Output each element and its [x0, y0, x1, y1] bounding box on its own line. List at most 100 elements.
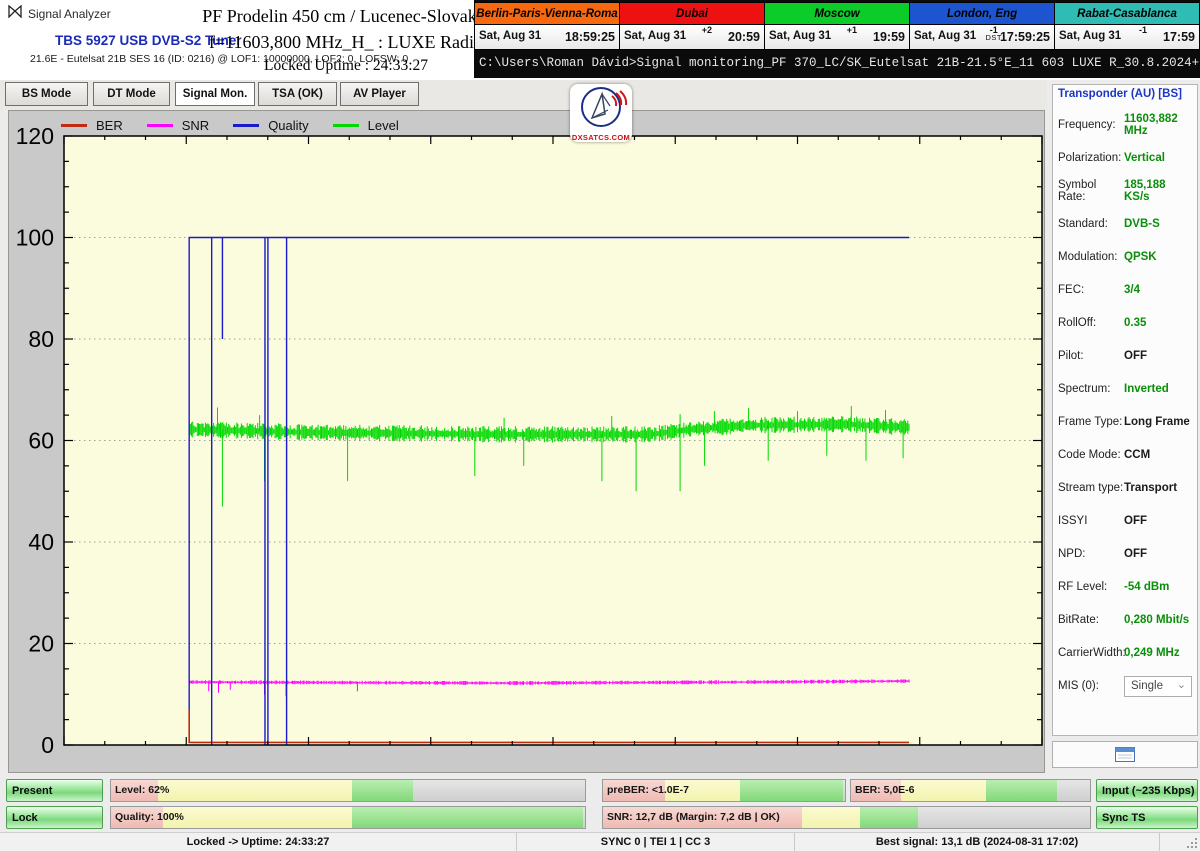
clock-time: 17:59:25 [1000, 30, 1050, 44]
field-label: Code Mode: [1058, 449, 1124, 461]
quality-progressbar: Quality: 100% [110, 806, 586, 829]
field-value: -54 dBm [1124, 581, 1169, 593]
bar-label: SNR: 12,7 dB (Margin: 7,2 dB | OK) [607, 807, 780, 828]
clock-moscow: MoscowSat, Aug 31+119:59 [764, 2, 910, 50]
field-value: Inverted [1124, 383, 1169, 395]
chart-legend: BER SNR Quality Level [61, 118, 399, 133]
clock-dubai: DubaiSat, Aug 31+220:59 [619, 2, 765, 50]
ts-window-button[interactable] [1052, 741, 1198, 768]
bar-segment-g [352, 780, 413, 801]
field-rolloff: RollOff:0.35 [1058, 306, 1192, 339]
svg-text:0: 0 [41, 732, 54, 758]
dish-location-label: PF Prodelin 450 cm / Lucenec-Slovakia [178, 5, 514, 28]
sync-status: SYNC 0 | TEI 1 | CC 3 [517, 833, 795, 851]
field-carrierwidth: CarrierWidth:0,249 MHz [1058, 636, 1192, 669]
field-value: Transport [1124, 482, 1177, 494]
field-value: QPSK [1124, 251, 1157, 263]
field-label: Frame Type: [1058, 416, 1124, 428]
logo-text: DXSATCS.COM [570, 133, 632, 142]
field-frame-type: Frame Type:Long Frame [1058, 405, 1192, 438]
window-icon [1115, 747, 1135, 762]
dxsatcs-logo: DXSATCS.COM [570, 84, 632, 142]
input-rate-button[interactable]: Input (~235 Kbps) [1096, 779, 1198, 802]
field-bitrate: BitRate:0,280 Mbit/s [1058, 603, 1192, 636]
preber-progressbar: preBER: <1.0E-7 [602, 779, 846, 802]
field-value: OFF [1124, 515, 1147, 527]
field-value: 3/4 [1124, 284, 1140, 296]
field-value: CCM [1124, 449, 1150, 461]
field-polarization: Polarization:Vertical [1058, 141, 1192, 174]
field-label: Polarization: [1058, 152, 1124, 164]
field-value: 0,249 MHz [1124, 647, 1180, 659]
frequency-service-label: f=11603,800 MHz_H_ : LUXE Radio [178, 31, 514, 54]
clock-london-eng: London, EngSat, Aug 31-1DST17:59:25 [909, 2, 1055, 50]
clock-readout: Sat, Aug 31-117:59 [1055, 25, 1199, 49]
field-label: Stream type: [1058, 482, 1124, 494]
legend-label: Quality [268, 118, 308, 133]
status-bar: Locked -> Uptime: 24:33:27 SYNC 0 | TEI … [0, 832, 1200, 851]
field-spectrum: Spectrum:Inverted [1058, 372, 1192, 405]
clock-date: Sat, Aug 31 [769, 30, 831, 42]
bar-label: Quality: 100% [115, 807, 184, 828]
chevron-down-icon: ⌄ [1177, 678, 1186, 691]
field-code-mode: Code Mode:CCM [1058, 438, 1192, 471]
legend-item-ber: BER [61, 118, 123, 133]
field-pilot: Pilot:OFF [1058, 339, 1192, 372]
field-label: ISSYI [1058, 515, 1124, 527]
clock-date: Sat, Aug 31 [914, 30, 976, 42]
clock-date: Sat, Aug 31 [1059, 30, 1121, 42]
resize-grip[interactable] [1160, 833, 1200, 851]
clock-utc-offset: +1 [847, 25, 857, 34]
tab-tsa-ok[interactable]: TSA (OK) [258, 82, 337, 106]
present-indicator-button[interactable]: Present [6, 779, 103, 802]
field-label: CarrierWidth: [1058, 647, 1124, 659]
field-npd: NPD:OFF [1058, 537, 1192, 570]
clock-rabat-casablanca: Rabat-CasablancaSat, Aug 31-117:59 [1054, 2, 1200, 50]
bar-label: preBER: <1.0E-7 [607, 780, 689, 801]
clock-readout: Sat, Aug 31-1DST17:59:25 [910, 25, 1054, 49]
tab-signal-mon[interactable]: Signal Mon. [175, 82, 255, 106]
field-symbol-rate: Symbol Rate:185,188 KS/s [1058, 174, 1192, 207]
bar-segment-g [986, 780, 1057, 801]
field-label: BitRate: [1058, 614, 1124, 626]
tab-bs-mode[interactable]: BS Mode [5, 82, 88, 106]
mis-dropdown[interactable]: Single ⌄ [1124, 676, 1192, 697]
legend-swatch [61, 124, 87, 127]
clock-time: 18:59:25 [565, 30, 615, 44]
clock-readout: Sat, Aug 31+220:59 [620, 25, 764, 49]
clock-utc-offset: +2 [702, 25, 712, 34]
bar-segment-g [352, 807, 583, 828]
clock-time: 17:59 [1163, 30, 1195, 44]
field-value: DVB-S [1124, 218, 1160, 230]
legend-label: SNR [182, 118, 209, 133]
legend-item-level: Level [333, 118, 399, 133]
svg-text:20: 20 [28, 631, 54, 657]
sync-ts-button[interactable]: Sync TS [1096, 806, 1198, 829]
field-value: Long Frame [1124, 416, 1190, 428]
satellite-dish-icon [572, 84, 630, 130]
field-label: Symbol Rate: [1058, 179, 1124, 203]
svg-text:80: 80 [28, 326, 54, 352]
clock-city: Berlin-Paris-Vienna-Roma [475, 3, 619, 25]
field-issyi: ISSYIOFF [1058, 504, 1192, 537]
clock-time: 20:59 [728, 30, 760, 44]
lock-indicator-button[interactable]: Lock [6, 806, 103, 829]
field-stream-type: Stream type:Transport [1058, 471, 1192, 504]
legend-swatch [147, 124, 173, 127]
clock-city: Moscow [765, 3, 909, 25]
locked-uptime-label: Locked Uptime : 24:33:27 [178, 56, 514, 75]
bar-segment-y [802, 807, 860, 828]
tab-av-player[interactable]: AV Player [340, 82, 419, 106]
best-signal-status: Best signal: 13,1 dB (2024-08-31 17:02) [795, 833, 1160, 851]
field-label: FEC: [1058, 284, 1124, 296]
svg-text:100: 100 [16, 225, 54, 251]
field-frequency: Frequency:11603,882 MHz [1058, 108, 1192, 141]
field-value: 0,280 Mbit/s [1124, 614, 1189, 626]
command-prompt-text: C:\Users\Roman Dávid>Signal monitoring_P… [479, 56, 1199, 70]
tab-dt-mode[interactable]: DT Mode [93, 82, 170, 106]
field-label: Spectrum: [1058, 383, 1124, 395]
field-value: 185,188 KS/s [1124, 179, 1192, 203]
legend-label: BER [96, 118, 123, 133]
field-label: MIS (0): [1058, 680, 1124, 692]
legend-swatch [333, 124, 359, 127]
